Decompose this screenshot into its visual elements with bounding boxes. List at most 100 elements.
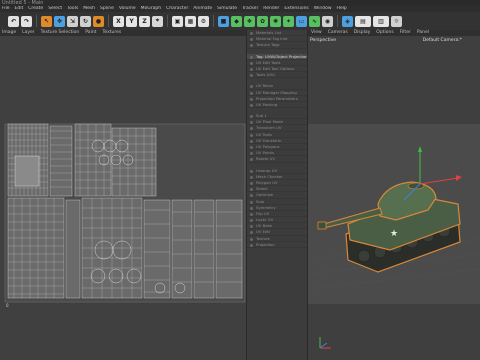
attributes-row-label: UV Manager Mapping bbox=[256, 89, 297, 95]
bullet-icon bbox=[250, 91, 253, 95]
attributes-row-label: UV Transform bbox=[256, 137, 282, 143]
attributes-row-label: Mesh Checker bbox=[256, 173, 283, 179]
bullet-icon bbox=[250, 38, 253, 42]
attributes-row-label: UV Edit bbox=[256, 229, 270, 235]
attributes-row[interactable]: UV Packing bbox=[247, 101, 307, 109]
attributes-row[interactable]: Projection bbox=[247, 242, 307, 248]
main-toolbar: ↶ ↷ ↖ ✥ ⇲ ↻ ● X Y Z ⌖ ▣ ▦ ⚙ ■ ◆ ❖ ✿ ✺ ✦ … bbox=[0, 12, 480, 30]
light-icon[interactable]: ☼ bbox=[391, 15, 402, 27]
attributes-row-label: Projection bbox=[256, 241, 275, 247]
spline-icon[interactable]: ∿ bbox=[309, 15, 320, 27]
bullet-icon bbox=[250, 115, 253, 119]
bullet-icon bbox=[250, 74, 253, 78]
floor-icon[interactable]: ▭ bbox=[296, 15, 307, 27]
bullet-icon bbox=[250, 55, 253, 59]
perspective-viewport[interactable]: Perspective Default Camera:* ★ bbox=[308, 36, 480, 360]
attributes-row-label: UV Packing bbox=[256, 101, 278, 107]
bullet-icon bbox=[250, 237, 253, 241]
camera-icon[interactable]: ◉ bbox=[322, 15, 333, 27]
effector-icon[interactable]: ✦ bbox=[283, 15, 294, 27]
viewport-render-area: ★ bbox=[308, 124, 480, 304]
attributes-panel: Materials List Material Tag Info Texture T… bbox=[246, 30, 308, 360]
bullet-icon bbox=[250, 194, 253, 198]
toolbar-separator bbox=[213, 15, 214, 27]
bullet-icon bbox=[250, 61, 253, 65]
attributes-row-label: Polygon UV bbox=[256, 179, 278, 185]
render-view-icon[interactable]: ▣ bbox=[172, 15, 183, 27]
bullet-icon bbox=[250, 231, 253, 235]
cloner-icon[interactable]: ✿ bbox=[257, 15, 268, 27]
attributes-row-label: Transform UV bbox=[256, 125, 282, 131]
bullet-icon bbox=[250, 32, 253, 35]
bullet-icon bbox=[250, 152, 253, 156]
attributes-row-label: UV Tools bbox=[256, 131, 272, 137]
subdivision-icon[interactable]: ◆ bbox=[231, 15, 242, 27]
bullet-icon bbox=[250, 181, 253, 185]
toolbar-separator bbox=[337, 15, 338, 27]
bullet-icon bbox=[250, 127, 253, 131]
tank-model[interactable]: ★ bbox=[308, 124, 480, 304]
bullet-icon bbox=[250, 169, 253, 173]
bullet-icon bbox=[250, 85, 253, 89]
attributes-row-label: Solo bbox=[256, 198, 265, 204]
bullet-icon bbox=[250, 121, 253, 125]
attributes-row-label: Sub 1 bbox=[256, 113, 267, 119]
coordinate-system-icon[interactable]: ⌖ bbox=[152, 15, 163, 27]
toolbar-separator bbox=[36, 15, 37, 27]
attributes-row[interactable]: Texture Tags bbox=[247, 42, 307, 49]
bullet-icon bbox=[250, 219, 253, 223]
attributes-row-label: Layer UV bbox=[256, 217, 274, 223]
attributes-row-label: Texture bbox=[256, 235, 270, 241]
attributes-row[interactable]: Tools (UV) bbox=[247, 72, 307, 79]
attributes-row-label: UV Points bbox=[256, 150, 274, 156]
bullet-icon bbox=[250, 44, 253, 48]
scale-icon[interactable]: ⇲ bbox=[67, 15, 78, 27]
bullet-icon bbox=[250, 212, 253, 216]
uv-canvas: 0 bbox=[0, 36, 246, 360]
attributes-row-label: Flip UV bbox=[256, 210, 270, 216]
undo-icon[interactable]: ↶ bbox=[8, 15, 19, 27]
bullet-icon bbox=[250, 188, 253, 192]
bullet-icon bbox=[250, 97, 253, 101]
world-axis-icon bbox=[319, 337, 331, 349]
attributes-row-label: Symmetry bbox=[256, 204, 276, 210]
bullet-icon bbox=[250, 243, 253, 247]
recent-tools-icon[interactable]: ● bbox=[93, 15, 104, 27]
array-icon[interactable]: ❖ bbox=[244, 15, 255, 27]
cube-icon[interactable]: ■ bbox=[218, 15, 229, 27]
render-picture-viewer-icon[interactable]: ▦ bbox=[185, 15, 196, 27]
tag-icon[interactable]: ◈ bbox=[342, 15, 353, 27]
attributes-row-label: UV Relax bbox=[256, 83, 274, 89]
attributes-row-label: Tools (UV) bbox=[256, 72, 275, 78]
bullet-icon bbox=[250, 67, 253, 71]
render-settings-icon[interactable]: ⚙ bbox=[198, 15, 209, 27]
attributes-row-label: Select bbox=[256, 186, 268, 192]
svg-text:★: ★ bbox=[390, 229, 398, 239]
deformer-icon[interactable]: ✺ bbox=[270, 15, 281, 27]
attributes-row[interactable]: Rotate UV bbox=[247, 156, 307, 163]
live-selection-icon[interactable]: ↖ bbox=[41, 15, 52, 27]
y-axis-icon[interactable]: Y bbox=[126, 15, 137, 27]
uv-layout-icon[interactable]: ▥ bbox=[373, 15, 389, 27]
attributes-row-label: UV Pixel Mode bbox=[256, 119, 283, 125]
uv-editor-viewport[interactable]: 0 bbox=[0, 36, 246, 360]
attributes-row-label: Rotate UV bbox=[256, 156, 276, 162]
attributes-row-label: Texture Tags bbox=[256, 42, 280, 48]
redo-icon[interactable]: ↷ bbox=[21, 15, 32, 27]
layout-icon[interactable]: ▤ bbox=[355, 15, 371, 27]
attributes-row-label: UV Bake bbox=[256, 223, 272, 229]
z-axis-icon[interactable]: Z bbox=[139, 15, 150, 27]
toolbar-separator bbox=[167, 15, 168, 27]
bullet-icon bbox=[250, 103, 253, 107]
x-axis-icon[interactable]: X bbox=[113, 15, 124, 27]
attributes-row-label: Projection Parameters bbox=[256, 95, 298, 101]
move-icon[interactable]: ✥ bbox=[54, 15, 65, 27]
attributes-row-label: UV Polygons bbox=[256, 144, 280, 149]
attributes-row-label: Materials List bbox=[256, 30, 282, 35]
attributes-row-label: Unwrap UV bbox=[256, 167, 278, 173]
attributes-row-label: Optimize bbox=[256, 192, 274, 198]
viewport-camera-label[interactable]: Default Camera:* bbox=[423, 38, 462, 43]
bullet-icon bbox=[250, 225, 253, 229]
rotate-icon[interactable]: ↻ bbox=[80, 15, 91, 27]
attributes-row-label: UV Edit Tool Options bbox=[256, 65, 295, 71]
